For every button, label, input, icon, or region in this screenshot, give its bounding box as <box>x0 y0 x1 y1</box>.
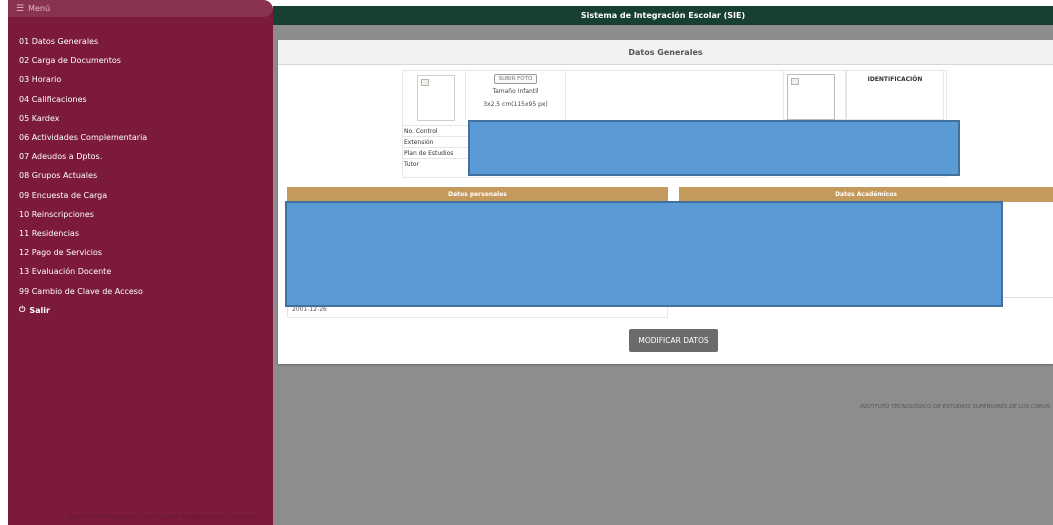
menu-item-horario[interactable]: 03 Horario <box>8 70 273 89</box>
topbar: Sistema de Integración Escolar (SIE) <box>273 6 1053 25</box>
field-no-control: No. Control <box>403 125 471 136</box>
id-photo <box>787 74 835 120</box>
menu-item-encuesta[interactable]: 09 Encuesta de Carga <box>8 186 273 205</box>
personal-data-header: Datos personales <box>287 187 668 202</box>
broken-image-icon <box>421 79 429 86</box>
panel-title: Datos Generales <box>278 40 1053 65</box>
app-title: Sistema de Integración Escolar (SIE) <box>580 11 746 20</box>
sidebar-footer: INSTITUTO TECNOLÓGICO DE ESTUDIOS SUPERI… <box>68 515 259 521</box>
modify-data-button[interactable]: MODIFICAR DATOS <box>629 329 718 352</box>
menu-item-cambio-clave[interactable]: 99 Cambio de Clave de Acceso <box>8 281 273 300</box>
photo-size-label: Tamaño Infantil <box>492 88 539 95</box>
menu-item-grupos[interactable]: 08 Grupos Actuales <box>8 166 273 185</box>
menu-toggle[interactable]: ☰ Menú <box>8 0 273 17</box>
menu-item-calificaciones[interactable]: 04 Calificaciones <box>8 90 273 109</box>
menu-item-adeudos[interactable]: 07 Adeudos a Dptos. <box>8 147 273 166</box>
menu-item-reinscripciones[interactable]: 10 Reinscripciones <box>8 205 273 224</box>
upload-photo-cell: SUBIR FOTO Tamaño Infantil 3x2.5 cm(115x… <box>465 71 566 119</box>
birthdate-value: 2001-12-26 <box>292 306 327 313</box>
menu-item-carga-documentos[interactable]: 02 Carga de Documentos <box>8 51 273 70</box>
menu-item-datos-generales[interactable]: 01 Datos Generales <box>8 32 273 51</box>
field-plan-estudios: Plan de Estudios <box>403 147 471 158</box>
menu-item-kardex[interactable]: 05 Kardex <box>8 109 273 128</box>
field-extension: Extensión <box>403 136 471 147</box>
hamburger-icon: ☰ <box>16 3 25 14</box>
institution-footer: INSTITUTO TECNOLÓGICO DE ESTUDIOS SUPERI… <box>860 404 1051 410</box>
broken-image-icon <box>791 78 799 85</box>
menu-list: 01 Datos Generales 02 Carga de Documento… <box>8 17 273 320</box>
menu-item-residencias[interactable]: 11 Residencias <box>8 224 273 243</box>
photo-size-dims: 3x2.5 cm(115x95 px) <box>483 101 548 108</box>
logout-button[interactable]: ⏻ Salir <box>8 301 273 320</box>
menu-item-pago-servicios[interactable]: 12 Pago de Servicios <box>8 243 273 262</box>
id-photo-cell <box>783 70 846 120</box>
logout-label: Salir <box>29 305 50 315</box>
upload-photo-button[interactable]: SUBIR FOTO <box>493 74 538 84</box>
menu-header-label: Menú <box>28 4 51 13</box>
redaction-block <box>285 201 1003 307</box>
redaction-block <box>468 120 960 176</box>
sidebar: ☰ Menú 01 Datos Generales 02 Carga de Do… <box>8 0 273 525</box>
student-photo <box>417 75 455 121</box>
menu-item-evaluacion-docente[interactable]: 13 Evaluación Docente <box>8 262 273 281</box>
academic-data-header: Datos Académicos <box>679 187 1053 202</box>
field-tutor: Tutor <box>403 158 471 169</box>
id-label: IDENTIFICACIÓN <box>846 70 944 120</box>
power-icon: ⏻ <box>19 305 26 315</box>
menu-item-actividades[interactable]: 06 Actividades Complementaria <box>8 128 273 147</box>
